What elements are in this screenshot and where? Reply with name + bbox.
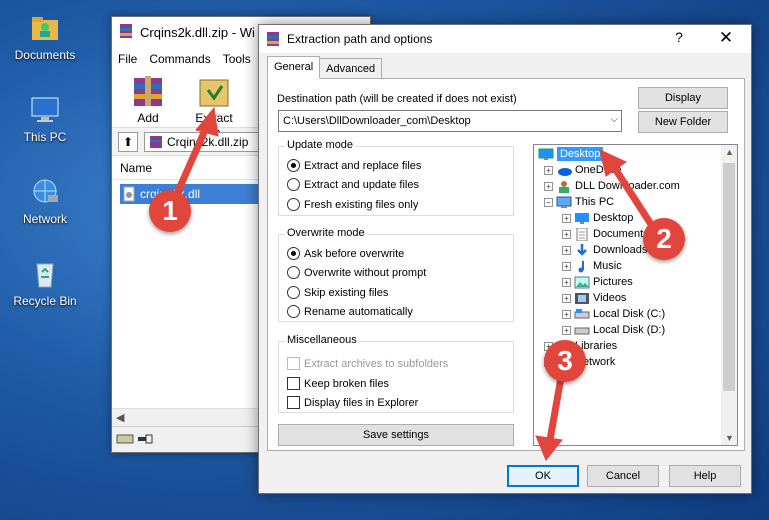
arrowhead-step-2	[599, 149, 627, 177]
step-badge-1: 1	[149, 190, 191, 232]
tab-general[interactable]: General	[267, 56, 321, 79]
step-badge-3: 3	[544, 340, 586, 382]
arrowhead-step-1	[195, 106, 219, 137]
annotation-arrows	[172, 106, 660, 461]
step-badge-2: 2	[643, 218, 685, 260]
arrow-step-1	[172, 124, 210, 200]
arrowhead-step-3	[535, 435, 563, 461]
arrow-step-3	[546, 368, 566, 444]
